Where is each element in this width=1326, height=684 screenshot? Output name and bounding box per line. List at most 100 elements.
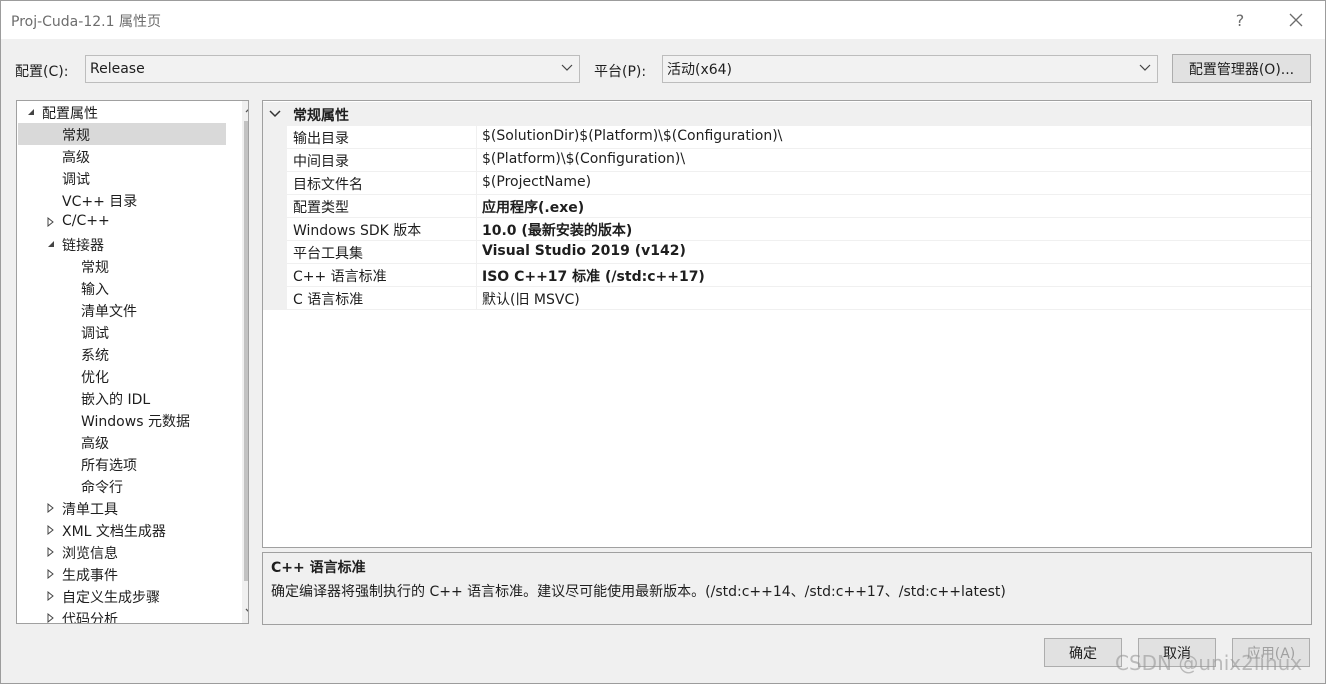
property-name: 中间目录 bbox=[293, 154, 349, 170]
tree-scrollbar[interactable] bbox=[242, 101, 249, 623]
tree-item-label: XML 文档生成器 bbox=[62, 524, 166, 540]
tree-item[interactable]: 常规 bbox=[18, 123, 226, 145]
expanded-triangle-icon[interactable] bbox=[26, 107, 36, 117]
property-value[interactable]: $(SolutionDir)$(Platform)\$(Configuratio… bbox=[482, 128, 782, 144]
tree-item-label: 输入 bbox=[81, 282, 109, 298]
tree-item[interactable]: 命令行 bbox=[18, 475, 240, 497]
cancel-button[interactable]: 取消 bbox=[1138, 638, 1216, 667]
tree-item-label: C/C++ bbox=[62, 213, 110, 229]
tree-item-label: 链接器 bbox=[62, 238, 104, 254]
property-value[interactable]: ISO C++17 标准 (/std:c++17) bbox=[482, 266, 705, 286]
property-row[interactable]: 输出目录 $(SolutionDir)$(Platform)\$(Configur… bbox=[263, 126, 1311, 149]
close-button[interactable] bbox=[1281, 7, 1311, 33]
config-manager-button[interactable]: 配置管理器(O)... bbox=[1172, 54, 1311, 83]
close-icon bbox=[1289, 13, 1303, 27]
tree-item[interactable]: 系统 bbox=[18, 343, 240, 365]
column-separator bbox=[476, 149, 477, 172]
tree-item[interactable]: 清单工具 bbox=[18, 497, 240, 519]
property-value[interactable]: 应用程序(.exe) bbox=[482, 197, 584, 217]
property-row[interactable]: 平台工具集 Visual Studio 2019 (v142) bbox=[263, 241, 1311, 264]
tree-item-label: 常规 bbox=[81, 260, 109, 276]
config-label: 配置(C): bbox=[15, 64, 69, 80]
ok-button[interactable]: 确定 bbox=[1044, 638, 1122, 667]
tree-item[interactable]: VC++ 目录 bbox=[18, 189, 240, 211]
collapsed-triangle-icon[interactable] bbox=[46, 525, 56, 535]
property-row[interactable]: C 语言标准 默认(旧 MSVC) bbox=[263, 287, 1311, 310]
property-value[interactable]: Visual Studio 2019 (v142) bbox=[482, 243, 686, 259]
row-gutter bbox=[263, 287, 287, 310]
help-button[interactable]: ? bbox=[1225, 7, 1255, 33]
title-bar: Proj-Cuda-12.1 属性页 ? bbox=[1, 1, 1325, 39]
tree-item[interactable]: 调试 bbox=[18, 321, 240, 343]
tree-item[interactable]: 调试 bbox=[18, 167, 240, 189]
property-value[interactable]: 默认(旧 MSVC) bbox=[482, 289, 580, 309]
tree-item[interactable]: 代码分析 bbox=[18, 607, 240, 624]
property-row[interactable]: 配置类型 应用程序(.exe) bbox=[263, 195, 1311, 218]
scroll-down-icon[interactable] bbox=[245, 606, 249, 617]
collapse-icon[interactable] bbox=[269, 108, 281, 120]
tree-item[interactable]: 高级 bbox=[18, 145, 240, 167]
tree-item[interactable]: 嵌入的 IDL bbox=[18, 387, 240, 409]
category-label: 常规属性 bbox=[293, 108, 349, 124]
collapsed-triangle-icon[interactable] bbox=[46, 569, 56, 579]
column-separator bbox=[476, 241, 477, 264]
tree-item[interactable]: 链接器 bbox=[18, 233, 240, 255]
platform-label: 平台(P): bbox=[594, 64, 647, 80]
platform-combo[interactable]: 活动(x64) bbox=[662, 55, 1158, 83]
row-gutter bbox=[263, 172, 287, 195]
tree-item[interactable]: 自定义生成步骤 bbox=[18, 585, 240, 607]
row-gutter bbox=[263, 241, 287, 264]
tree-item[interactable]: 优化 bbox=[18, 365, 240, 387]
property-value[interactable]: 10.0 (最新安装的版本) bbox=[482, 220, 632, 240]
apply-button[interactable]: 应用(A) bbox=[1232, 638, 1310, 667]
collapsed-triangle-icon[interactable] bbox=[46, 217, 56, 227]
tree-item[interactable]: Windows 元数据 bbox=[18, 409, 240, 431]
tree-item-label: 常规 bbox=[62, 128, 90, 144]
tree-item[interactable]: XML 文档生成器 bbox=[18, 519, 240, 541]
scroll-thumb[interactable] bbox=[244, 121, 248, 581]
tree-item[interactable]: 高级 bbox=[18, 431, 240, 453]
tree-item[interactable]: 输入 bbox=[18, 277, 240, 299]
row-gutter bbox=[263, 149, 287, 172]
scroll-up-icon[interactable] bbox=[245, 105, 249, 116]
description-panel: C++ 语言标准 确定编译器将强制执行的 C++ 语言标准。建议尽可能使用最新版… bbox=[262, 552, 1312, 625]
tree-item-label: 高级 bbox=[81, 436, 109, 452]
row-gutter bbox=[263, 264, 287, 287]
platform-value: 活动(x64) bbox=[667, 62, 733, 78]
property-row[interactable]: 中间目录 $(Platform)\$(Configuration)\ bbox=[263, 149, 1311, 172]
collapsed-triangle-icon[interactable] bbox=[46, 591, 56, 601]
tree-item[interactable]: 浏览信息 bbox=[18, 541, 240, 563]
tree-item-label: 调试 bbox=[62, 172, 90, 188]
tree-item-label: 系统 bbox=[81, 348, 109, 364]
tree-item-label: 配置属性 bbox=[42, 106, 98, 122]
collapsed-triangle-icon[interactable] bbox=[46, 503, 56, 513]
column-separator bbox=[476, 218, 477, 241]
description-text: 确定编译器将强制执行的 C++ 语言标准。建议尽可能使用最新版本。(/std:c… bbox=[271, 584, 1006, 600]
tree-item[interactable]: 清单文件 bbox=[18, 299, 240, 321]
row-gutter bbox=[263, 195, 287, 218]
tree-item[interactable]: 常规 bbox=[18, 255, 240, 277]
property-name: Windows SDK 版本 bbox=[293, 223, 422, 239]
tree-item[interactable]: 生成事件 bbox=[18, 563, 240, 585]
property-row[interactable]: 目标文件名 $(ProjectName) bbox=[263, 172, 1311, 195]
property-value[interactable]: $(ProjectName) bbox=[482, 174, 591, 190]
expanded-triangle-icon[interactable] bbox=[46, 239, 56, 249]
properties-dialog: Proj-Cuda-12.1 属性页 ? 配置(C): Release 平台(P… bbox=[0, 0, 1326, 684]
config-combo[interactable]: Release bbox=[85, 55, 580, 83]
category-header[interactable]: 常规属性 bbox=[263, 102, 1311, 126]
property-value[interactable]: $(Platform)\$(Configuration)\ bbox=[482, 151, 685, 167]
tree-item[interactable]: 所有选项 bbox=[18, 453, 240, 475]
collapsed-triangle-icon[interactable] bbox=[46, 547, 56, 557]
tree-item-label: 代码分析 bbox=[62, 612, 118, 624]
property-name: C 语言标准 bbox=[293, 292, 364, 308]
tree-item-label: 生成事件 bbox=[62, 568, 118, 584]
tree-item[interactable]: 配置属性 bbox=[18, 101, 240, 123]
tree-item-label: 浏览信息 bbox=[62, 546, 118, 562]
property-tree: 配置属性 常规 高级 调试 VC++ 目录 C/C++ 链接器 常规 输入 清单文件 调试 系统 优化嵌… bbox=[16, 100, 249, 624]
property-row[interactable]: C++ 语言标准 ISO C++17 标准 (/std:c++17) bbox=[263, 264, 1311, 287]
collapsed-triangle-icon[interactable] bbox=[46, 613, 56, 623]
column-separator bbox=[476, 195, 477, 218]
tree-item-label: 自定义生成步骤 bbox=[62, 590, 160, 606]
property-row[interactable]: Windows SDK 版本 10.0 (最新安装的版本) bbox=[263, 218, 1311, 241]
tree-item[interactable]: C/C++ bbox=[18, 211, 240, 233]
